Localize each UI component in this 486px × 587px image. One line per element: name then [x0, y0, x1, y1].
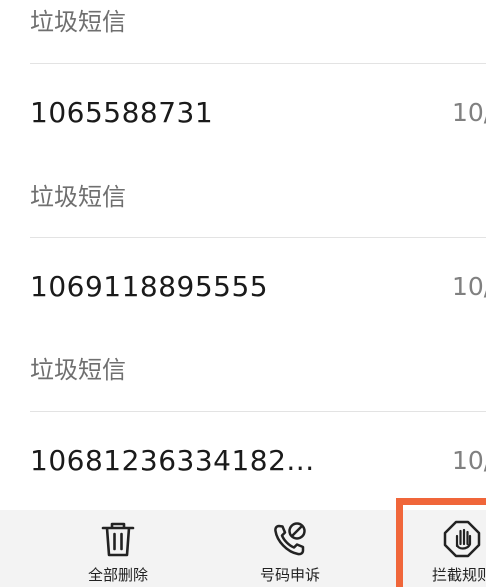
message-date: 10/	[452, 272, 486, 301]
message-sender: 1065588731	[30, 96, 214, 129]
message-date: 10/	[452, 98, 486, 127]
list-item[interactable]: 1069118895555 10/ 垃圾短信	[0, 238, 486, 412]
blocked-message-list: 垃圾短信 1065588731 10/ 垃圾短信 1069118895555 1…	[0, 0, 486, 510]
hand-stop-icon	[442, 519, 482, 559]
delete-all-button[interactable]: 全部删除	[58, 510, 178, 587]
number-appeal-button[interactable]: 号码申诉	[230, 510, 350, 587]
message-category: 垃圾短信	[30, 8, 126, 36]
blocked-messages-screen: 垃圾短信 1065588731 10/ 垃圾短信 1069118895555 1…	[0, 0, 486, 587]
bottom-toolbar: 全部删除 号码申诉 拦截规则	[0, 510, 486, 587]
message-category: 垃圾短信	[30, 183, 126, 211]
phone-blocked-icon	[270, 519, 310, 559]
trash-icon	[98, 519, 138, 559]
message-date: 10/	[452, 446, 486, 475]
block-rules-button[interactable]: 拦截规则	[402, 510, 486, 587]
message-category: 垃圾短信	[30, 356, 126, 384]
list-item[interactable]: 10681236334182... 10/	[0, 412, 486, 510]
list-item[interactable]: 1065588731 10/ 垃圾短信	[0, 64, 486, 238]
delete-all-label: 全部删除	[87, 566, 148, 584]
number-appeal-label: 号码申诉	[259, 566, 320, 584]
message-sender: 1069118895555	[30, 270, 269, 303]
block-rules-label: 拦截规则	[431, 566, 486, 584]
message-sender: 10681236334182...	[30, 444, 315, 477]
list-item[interactable]: 垃圾短信	[0, 0, 486, 64]
